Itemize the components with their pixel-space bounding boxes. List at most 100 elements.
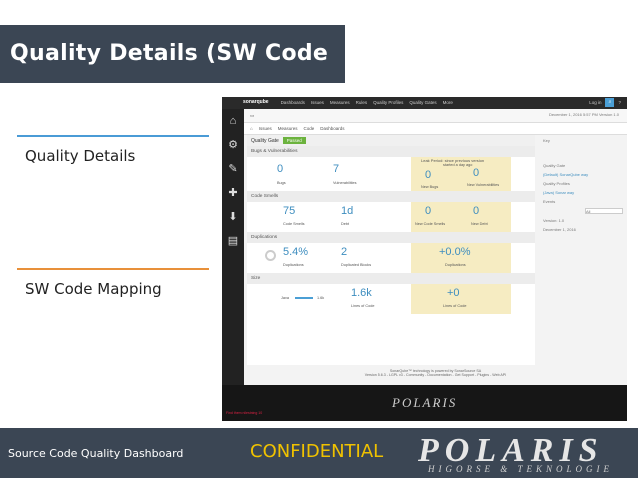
dup-leak-box: +0.0% Duplications — [411, 243, 511, 273]
qp-link[interactable]: (Java) Sonar way — [543, 190, 623, 195]
side-icon-bar: ⌂ ⚙ ✎ ✚ ⬇ ▤ — [222, 109, 244, 417]
gear-icon[interactable]: ⚙ — [222, 133, 244, 157]
smells-value[interactable]: 75 — [283, 205, 295, 217]
nav-issues[interactable]: Issues — [311, 100, 324, 105]
nav-dashboards[interactable]: Dashboards — [281, 100, 305, 105]
qp-title: Quality Profiles — [543, 181, 570, 186]
dup-box: 5.4% Duplications 2 Duplicated Blocks — [247, 243, 407, 273]
polaris-logo-sub: HIGORSE & TEKNOLOGIE — [428, 464, 613, 474]
debt-label: Debt — [341, 222, 350, 226]
nav-measures[interactable]: Measures — [330, 100, 350, 105]
dup-label: Duplications — [283, 263, 304, 267]
nav-quality-profiles[interactable]: Quality Profiles — [373, 100, 403, 105]
pen-icon[interactable]: ✎ — [222, 157, 244, 181]
nav-rules[interactable]: Rules — [356, 100, 368, 105]
footer-source: Source Code Quality Dashboard — [8, 447, 184, 460]
section-bugs: Bugs & Vulnerabilities — [247, 146, 535, 157]
analysis-date: December 1, 2016 5:57 PM Version 1.0 — [548, 112, 619, 117]
home-tab-icon[interactable]: ⌂ — [250, 126, 253, 131]
quality-gate-label: Quality Gate — [251, 137, 279, 144]
version-label: Version: 1.0 — [543, 218, 565, 223]
new-smells-value[interactable]: 0 — [425, 205, 431, 217]
section-size: Size — [247, 273, 535, 284]
menu-item-sw-code-mapping[interactable]: SW Code Mapping — [17, 268, 209, 298]
lang-name: Java — [281, 296, 290, 300]
new-dup-value[interactable]: +0.0% — [439, 246, 471, 258]
qg-link[interactable]: (Default) SonarQube way — [543, 172, 623, 177]
leak-sub: started a day ago — [443, 163, 473, 167]
new-loc-value[interactable]: +0 — [447, 287, 460, 299]
new-vuln-value[interactable]: 0 — [473, 167, 479, 179]
vuln-value[interactable]: 7 — [333, 163, 339, 175]
sonar-footer-line2[interactable]: Version 5.6.3 - LGPL v3 - Community - Do… — [244, 373, 627, 377]
lang-bar — [295, 297, 313, 299]
sonar-page: ▭ December 1, 2016 5:57 PM Version 1.0 ⌂… — [244, 109, 627, 409]
loc-value[interactable]: 1.6k — [351, 287, 372, 299]
smells-leak-box: 0 New Code Smells 0 New Debt — [411, 202, 511, 232]
slide-footer: Source Code Quality Dashboard CONFIDENTI… — [0, 428, 638, 478]
new-bugs-value[interactable]: 0 — [425, 169, 431, 181]
section-smells: Code Smells — [247, 191, 535, 202]
document-icon[interactable]: ▤ — [222, 229, 244, 253]
sonar-logo: sonarqube — [243, 99, 269, 105]
debt-value[interactable]: 1d — [341, 205, 353, 217]
dup-row: 5.4% Duplications 2 Duplicated Blocks +0… — [247, 243, 535, 273]
dup-blocks-label: Duplicated Blocks — [341, 263, 372, 267]
search-icon[interactable]: ⌕ — [605, 98, 615, 107]
nav-more[interactable]: More — [443, 100, 453, 105]
menu-item-label: SW Code Mapping — [25, 280, 162, 298]
version-date: December 1, 2016 — [543, 227, 576, 232]
tab-dashboards[interactable]: Dashboards — [320, 126, 344, 131]
smells-row: 75 Code Smells 1d Debt 0 New Code Smells… — [247, 202, 535, 232]
tab-measures[interactable]: Measures — [278, 126, 298, 131]
bugs-value[interactable]: 0 — [277, 163, 283, 175]
dup-blocks-value[interactable]: 2 — [341, 246, 347, 258]
nav-quality-gates[interactable]: Quality Gates — [409, 100, 436, 105]
new-loc-label: Lines of Code — [443, 304, 467, 308]
tab-code[interactable]: Code — [304, 126, 315, 131]
new-debt-label: New Debt — [471, 222, 488, 226]
sonar-footer: SonarQube™ technology is powered by Sona… — [244, 365, 627, 385]
smells-box: 75 Code Smells 1d Debt — [247, 202, 407, 232]
size-box: Java 1.6k 1.6k Lines of Code — [247, 284, 407, 314]
sonarqube-screenshot: sonarqube Dashboards Issues Measures Rul… — [222, 97, 627, 421]
bugs-label: Bugs — [277, 181, 286, 185]
dup-donut-icon — [265, 250, 276, 261]
slide-title: Quality Details (SW Code Nav.) — [0, 25, 345, 124]
quality-gate-row: Quality Gate Passed — [247, 135, 535, 146]
sonar-topbar: sonarqube Dashboards Issues Measures Rul… — [222, 97, 627, 109]
size-leak-box: +0 Lines of Code — [411, 284, 511, 314]
sub-nav: ⌂ Issues Measures Code Dashboards — [244, 123, 627, 135]
size-row: Java 1.6k 1.6k Lines of Code +0 Lines of… — [247, 284, 535, 314]
menu-item-label: Quality Details — [25, 147, 136, 165]
confidential-label: CONFIDENTIAL — [250, 441, 384, 462]
help-icon[interactable]: ? — [618, 100, 621, 105]
section-duplications: Duplications — [247, 232, 535, 243]
login-link[interactable]: Log in — [589, 100, 601, 105]
plus-icon[interactable]: ✚ — [222, 181, 244, 205]
home-icon[interactable]: ⌂ — [222, 109, 244, 133]
new-smells-label: New Code Smells — [415, 222, 446, 226]
new-bugs-label: New Bugs — [421, 185, 439, 189]
banner-caption: Find them nilestning 10 — [226, 411, 263, 415]
loc-label: Lines of Code — [351, 304, 375, 308]
new-debt-value[interactable]: 0 — [473, 205, 479, 217]
bugs-box: 0 Bugs 7 Vulnerabilities — [247, 157, 407, 191]
events-title: Events — [543, 199, 556, 204]
bugs-leak-box: Leak Period: since previous version star… — [411, 157, 511, 191]
new-vuln-label: New Vulnerabilities — [467, 183, 500, 187]
download-icon[interactable]: ⬇ — [222, 205, 244, 229]
tab-issues[interactable]: Issues — [259, 126, 272, 131]
quality-gate-status: Passed — [282, 137, 306, 144]
qg-title: Quality Gate — [543, 163, 566, 168]
key-label: Key — [543, 138, 550, 143]
smells-label: Code Smells — [283, 222, 305, 226]
events-select[interactable]: All — [585, 208, 623, 214]
polaris-banner: POLARIS Find them nilestning 10 — [222, 385, 627, 421]
bugs-row: 0 Bugs 7 Vulnerabilities Leak Period: si… — [247, 157, 535, 191]
project-icon: ▭ — [250, 112, 255, 118]
menu-item-quality-details[interactable]: Quality Details — [17, 135, 209, 165]
polaris-banner-logo: POLARIS — [392, 395, 458, 410]
dup-value[interactable]: 5.4% — [283, 246, 308, 258]
new-dup-label: Duplications — [445, 263, 466, 267]
